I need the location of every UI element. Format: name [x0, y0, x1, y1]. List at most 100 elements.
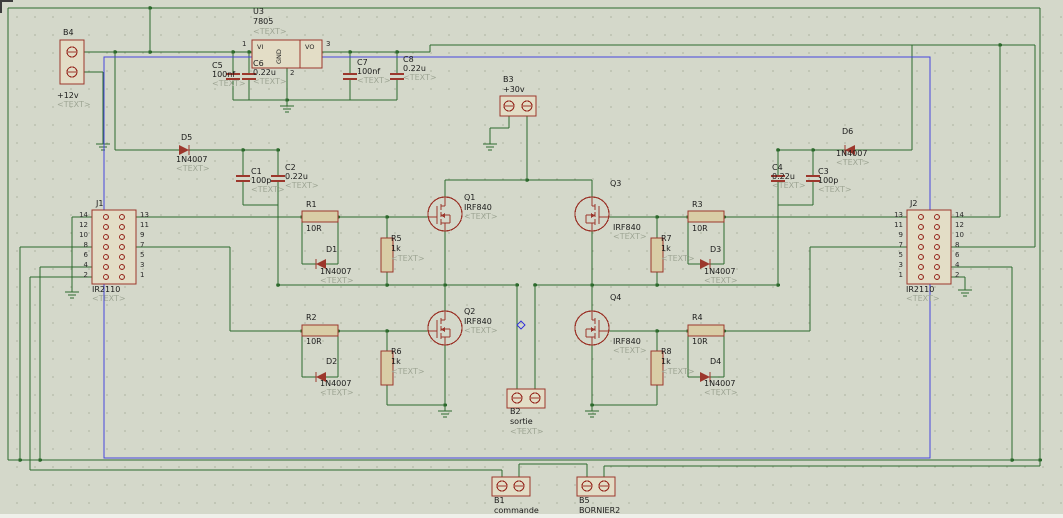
diode-d5[interactable]	[179, 145, 190, 155]
d4-text-label: <TEXT>	[704, 388, 738, 397]
u3-value-label: 7805	[253, 17, 274, 26]
r4-value-label: 10R	[692, 337, 708, 346]
r6-value-label: 1k	[391, 357, 401, 366]
d5-ref-label: D5	[181, 133, 193, 142]
r4-ref-label: R4	[692, 313, 703, 322]
j1-pin-9: 9	[140, 231, 145, 239]
mosfet-q3[interactable]	[574, 196, 610, 232]
c5-text-label: <TEXT>	[212, 79, 246, 88]
c3-text-label: <TEXT>	[818, 185, 852, 194]
mosfet-q1[interactable]	[427, 196, 463, 232]
j2-pin-4: 4	[955, 261, 960, 269]
j1-pin-10: 10	[79, 231, 88, 239]
b1-ref-label: B1	[494, 496, 505, 505]
b2-ref-label: B2	[510, 407, 521, 416]
r1-value-label: 10R	[306, 224, 322, 233]
sheet-edge	[0, 514, 1063, 518]
sheet-corner-mark	[0, 0, 13, 13]
ground-symbols[interactable]	[65, 100, 972, 418]
d3-text-label: <TEXT>	[704, 276, 738, 285]
j1-pin-11: 11	[140, 221, 149, 229]
q1-ref-label: Q1	[464, 193, 476, 202]
terminal-b1[interactable]	[491, 476, 531, 497]
j2-ref-label: J2	[910, 199, 918, 208]
j2-text-label: <TEXT>	[906, 294, 940, 303]
u3-pin-gnd-label: GND	[275, 49, 283, 64]
r2-value-label: 10R	[306, 337, 322, 346]
c4-text-label: <TEXT>	[772, 181, 806, 190]
r3-value-label: 10R	[692, 224, 708, 233]
j2-pin-5: 5	[898, 251, 903, 259]
u3-pin-vi-label: VI	[257, 43, 264, 51]
j1-ref-label: J1	[96, 199, 104, 208]
r6-text-label: <TEXT>	[391, 367, 425, 376]
r5-text-label: <TEXT>	[391, 254, 425, 263]
j2-pin-2: 2	[955, 271, 960, 279]
d3-ref-label: D3	[710, 245, 722, 254]
r2-ref-label: R2	[306, 313, 317, 322]
b4-text-label: <TEXT>	[57, 100, 91, 109]
mosfet-q4[interactable]	[574, 310, 610, 346]
r5-value-label: 1k	[391, 244, 401, 253]
j2-pin-1: 1	[898, 271, 903, 279]
connector-j2[interactable]	[906, 209, 952, 285]
resistor-r4[interactable]	[687, 324, 725, 337]
d6-ref-label: D6	[842, 127, 854, 136]
resistor-r3[interactable]	[687, 210, 725, 223]
connector-j1[interactable]	[91, 209, 137, 285]
j1-pin-3: 3	[140, 261, 145, 269]
terminal-b5[interactable]	[576, 476, 616, 497]
q2-ref-label: Q2	[464, 307, 476, 316]
c6-text-label: <TEXT>	[253, 77, 287, 86]
j1-pin-7: 7	[140, 241, 145, 249]
j2-pin-12: 12	[955, 221, 964, 229]
terminal-b3[interactable]	[499, 95, 537, 117]
capacitor-c2[interactable]	[271, 175, 285, 182]
resistor-r2[interactable]	[301, 324, 339, 337]
j1-pin-4: 4	[83, 261, 88, 269]
j2-pin-9: 9	[898, 231, 903, 239]
j2-pin-3: 3	[898, 261, 903, 269]
j2-pin-13: 13	[894, 211, 903, 219]
j1-pin-5: 5	[140, 251, 145, 259]
q4-text-label: <TEXT>	[613, 346, 647, 355]
j1-pin-8: 8	[83, 241, 88, 249]
r8-ref-label: R8	[661, 347, 672, 356]
q3-ref-label: Q3	[610, 179, 622, 188]
r1-ref-label: R1	[306, 200, 317, 209]
r7-ref-label: R7	[661, 234, 672, 243]
c7-text-label: <TEXT>	[357, 76, 391, 85]
terminal-b4[interactable]	[59, 39, 85, 85]
b4-ref-label: B4	[63, 28, 74, 37]
q2-text-label: <TEXT>	[464, 326, 498, 335]
u3-pin-2: 2	[290, 69, 295, 77]
capacitor-c7[interactable]	[343, 73, 357, 80]
b3-ref-label: B3	[503, 75, 514, 84]
d5-text-label: <TEXT>	[176, 164, 210, 173]
r7-text-label: <TEXT>	[661, 254, 695, 263]
terminal-b2[interactable]	[506, 388, 546, 409]
resistor-r1[interactable]	[301, 210, 339, 223]
c8-text-label: <TEXT>	[403, 73, 437, 82]
j2-pin-7: 7	[898, 241, 903, 249]
capacitor-c8[interactable]	[390, 73, 404, 80]
j2-pin-11: 11	[894, 221, 903, 229]
d1-text-label: <TEXT>	[320, 276, 354, 285]
b5-ref-label: B5	[579, 496, 590, 505]
r3-ref-label: R3	[692, 200, 703, 209]
j1-pin-14: 14	[79, 211, 88, 219]
u3-pin-3: 3	[326, 40, 331, 48]
b2-value-label: sortie	[510, 417, 533, 426]
j1-pin-1: 1	[140, 271, 145, 279]
u3-pin-1: 1	[242, 40, 247, 48]
q4-ref-label: Q4	[610, 293, 622, 302]
d4-ref-label: D4	[710, 357, 722, 366]
d1-ref-label: D1	[326, 245, 338, 254]
u3-pin-vo-label: VO	[305, 43, 315, 51]
r5-ref-label: R5	[391, 234, 402, 243]
capacitor-c1[interactable]	[236, 175, 250, 182]
c1-text-label: <TEXT>	[251, 185, 285, 194]
mosfet-q2[interactable]	[427, 310, 463, 346]
origin-marker	[516, 320, 526, 330]
q1-text-label: <TEXT>	[464, 212, 498, 221]
